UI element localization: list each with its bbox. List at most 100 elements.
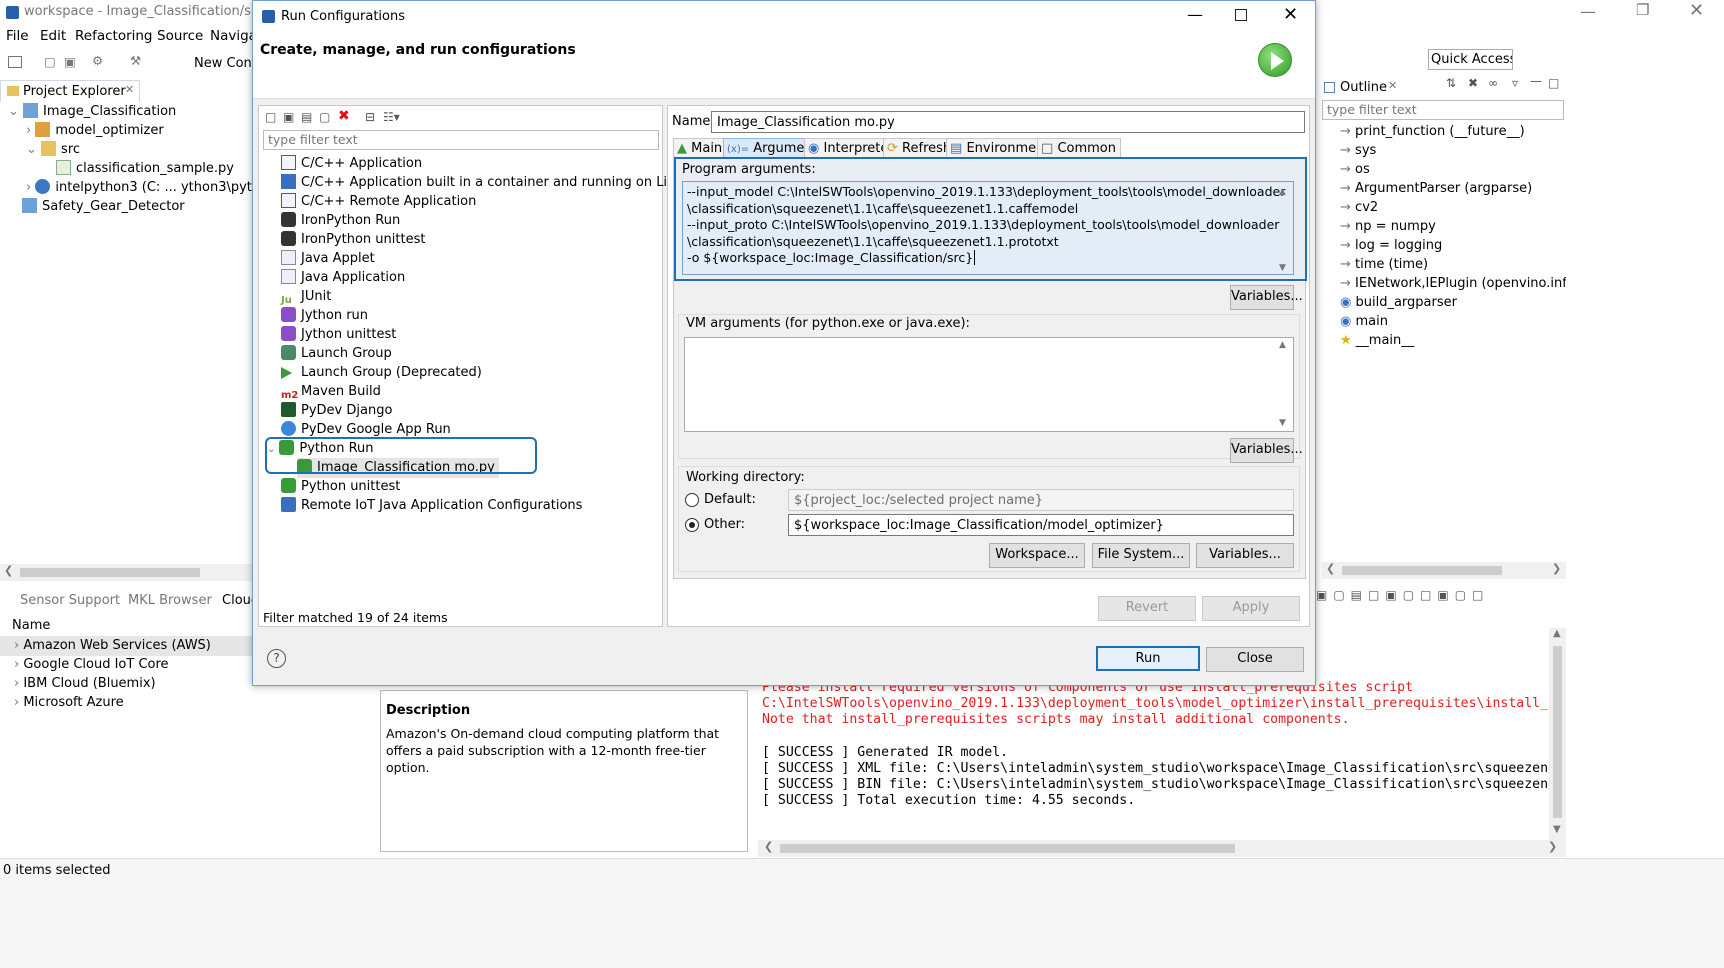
program-args-variables-button[interactable]: Variables... [1230,285,1303,310]
new-icon[interactable] [8,56,22,68]
config-filter-input[interactable]: type filter text [263,130,659,150]
menu-refactoring[interactable]: Refactoring [75,28,153,44]
config-type-launch-group[interactable]: Launch Group [281,344,392,364]
outline-item[interactable]: → os [1340,160,1370,180]
outline-item[interactable]: → sys [1340,141,1376,161]
tree-item-image-classification[interactable]: ⌄ Image_Classification [8,102,176,122]
list-item[interactable]: › IBM Cloud (Bluemix) [14,674,156,694]
tab-sensor-support[interactable]: Sensor Support [20,593,120,608]
new-connection-button[interactable]: New Conn [194,56,260,71]
name-input[interactable]: Image_Classification mo.py [711,111,1305,133]
other-dir-input[interactable]: ${workspace_loc:Image_Classification/mod… [788,514,1294,536]
link-icon[interactable]: ∞ [1488,76,1498,90]
revert-button[interactable]: Revert [1098,596,1196,621]
list-item[interactable]: › Amazon Web Services (AWS) [0,636,252,656]
new-config-icon[interactable]: □ [265,110,276,124]
tab-mkl-browser[interactable]: MKL Browser [128,593,212,608]
quick-access-field[interactable]: Quick Access [1428,49,1513,70]
dialog-maximize-icon[interactable] [1235,9,1247,21]
explorer-hscrollbar[interactable]: ❮ [0,564,252,581]
maximize-icon[interactable]: □ [1548,76,1559,90]
vm-args-textarea[interactable]: ▲ ▼ [684,337,1294,432]
config-type-pydev-django[interactable]: PyDev Django [281,401,392,421]
outline-item[interactable]: → IENetwork,IEPlugin (openvino.inferenc [1340,274,1566,294]
config-type-java-applet[interactable]: Java Applet [281,249,375,269]
default-radio[interactable] [685,493,699,507]
save-all-icon[interactable]: ▣ [64,54,76,69]
new-prototype-icon[interactable]: ▣ [283,110,294,124]
tree-item-safety-gear[interactable]: Safety_Gear_Detector [22,197,185,217]
duplicate-icon[interactable]: ▢ [319,110,330,124]
config-type-ironpython-unittest[interactable]: IronPython unittest [281,230,425,250]
console-line: [ SUCCESS ] Total execution time: 4.55 s… [762,793,1136,808]
config-type-cpp-container[interactable]: C/C++ Application built in a container a… [281,173,691,193]
ide-minimize-icon[interactable]: — [1580,2,1596,21]
config-type-jython-unittest[interactable]: Jython unittest [281,325,396,345]
filter-icon[interactable]: ☷▾ [383,110,400,124]
save-icon[interactable]: ▢ [44,54,56,69]
delete-icon[interactable]: ✖ [338,108,350,124]
ide-restore-icon[interactable]: ❐ [1636,1,1649,19]
run-button[interactable]: Run [1096,646,1200,671]
config-type-cpp-app[interactable]: C/C++ Application [281,154,422,174]
gear-icon[interactable]: ⚙ [92,53,103,68]
dialog-close-icon[interactable]: ✕ [1283,4,1298,25]
config-type-junit[interactable]: Ju JUnit [281,287,331,307]
close-icon[interactable]: ✕ [125,83,134,96]
menu-edit[interactable]: Edit [40,28,66,44]
config-type-launch-group-deprecated[interactable]: Launch Group (Deprecated) [281,363,482,383]
config-type-python-unittest[interactable]: Python unittest [281,477,400,497]
outline-filter-input[interactable]: type filter text [1322,100,1564,120]
tab-common[interactable]: □ Common [1037,138,1121,159]
console-hscrollbar[interactable]: ❮ ❯ [758,840,1566,857]
dialog-minimize-icon[interactable]: — [1187,5,1203,24]
wrench-icon[interactable]: ⚒ [130,53,141,68]
filter-icon[interactable]: ✖ [1468,76,1478,90]
outline-item[interactable]: ★ __main__ [1340,331,1414,351]
ide-close-icon[interactable]: ✕ [1689,0,1704,21]
workspace-button[interactable]: Workspace... [989,543,1085,568]
export-icon[interactable]: ▤ [301,110,312,124]
outline-item[interactable]: → time (time) [1340,255,1428,275]
outline-item[interactable]: → log = logging [1340,236,1442,256]
console-vscrollbar[interactable]: ▲ ▼ [1549,628,1566,840]
other-radio[interactable] [685,518,699,532]
config-type-remote-iot-java[interactable]: Remote IoT Java Application Configuratio… [281,496,582,516]
collapse-all-icon[interactable]: ⊟ [365,110,375,124]
config-type-jython-run[interactable]: Jython run [281,306,368,326]
list-item[interactable]: › Google Cloud IoT Core [14,655,169,675]
outline-tab[interactable]: Outline ✕ [1322,78,1402,98]
project-explorer-tab[interactable]: Project Explorer ✕ [0,80,140,102]
tree-item-intelpython3[interactable]: › intelpython3 (C: ... ython3\python.ex [26,178,252,198]
working-dir-variables-button[interactable]: Variables... [1196,543,1294,568]
outline-item[interactable]: → cv2 [1340,198,1378,218]
list-item[interactable]: › Microsoft Azure [14,693,124,713]
tree-item-model-optimizer[interactable]: › model_optimizer [26,121,164,141]
config-type-java-application[interactable]: Java Application [281,268,405,288]
outline-item[interactable]: → ArgumentParser (argparse) [1340,179,1532,199]
django-icon [281,402,296,417]
outline-item[interactable]: → np = numpy [1340,217,1436,237]
help-icon[interactable]: ? [267,649,286,668]
minimize-icon[interactable]: — [1530,74,1542,88]
close-icon[interactable]: ✕ [1388,79,1397,92]
config-type-ironpython-run[interactable]: IronPython Run [281,211,400,231]
outline-item[interactable]: → print_function (__future__) [1340,122,1525,142]
program-args-textarea[interactable]: --input_model C:\IntelSWTools\openvino_2… [682,181,1294,275]
menu-file[interactable]: File [6,28,29,44]
outline-item[interactable]: ◉ build_argparser [1340,293,1457,313]
tree-item-classification-sample[interactable]: classification_sample.py [56,159,234,179]
outline-hscrollbar[interactable]: ❮ ❯ [1322,562,1566,579]
outline-item[interactable]: ◉ main [1340,312,1388,332]
vm-args-variables-button[interactable]: Variables... [1230,438,1303,463]
config-type-maven-build[interactable]: m2 Maven Build [281,382,381,402]
config-type-cpp-remote[interactable]: C/C++ Remote Application [281,192,476,212]
file-system-button[interactable]: File System... [1092,543,1190,568]
menu-icon[interactable]: ▿ [1512,76,1518,90]
apply-button[interactable]: Apply [1202,596,1300,621]
tree-item-src[interactable]: ⌄ src [26,140,80,160]
menu-source[interactable]: Source [157,28,203,44]
tab-main[interactable]: ▲ Main [673,138,728,159]
sort-icon[interactable]: ⇅ [1446,76,1456,90]
close-button[interactable]: Close [1206,647,1304,672]
